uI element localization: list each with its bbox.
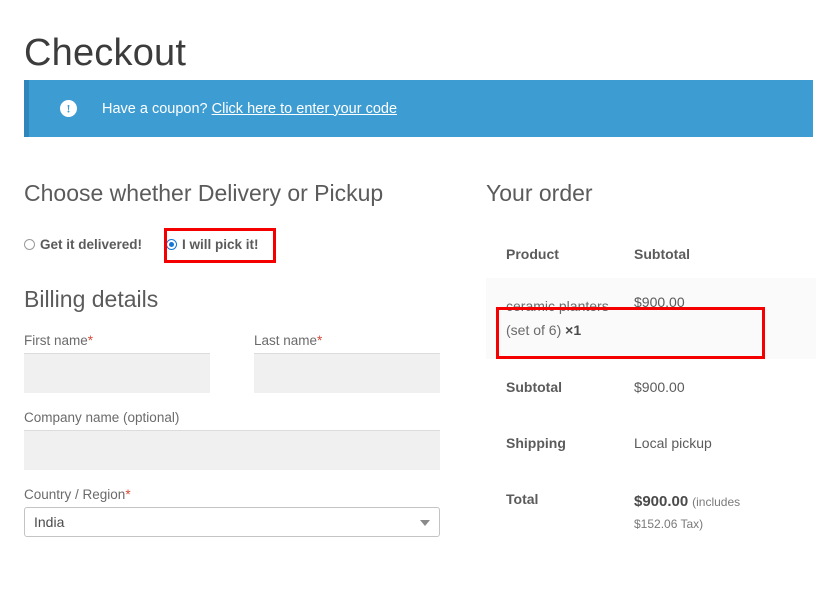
billing-column: Choose whether Delivery or Pickup Get it…: [24, 180, 464, 554]
company-name-label: Company name (optional): [24, 410, 180, 426]
country-region-label: Country / Region*: [24, 487, 131, 503]
billing-details-heading: Billing details: [24, 285, 159, 312]
country-select-wrapper: India: [24, 507, 440, 538]
radio-dot-delivery[interactable]: [24, 239, 35, 251]
order-subtotal-value: $900.00: [634, 378, 685, 395]
order-tax-note: $152.06 Tax): [634, 517, 704, 532]
order-total-value: $900.00 (includes $152.06 Tax): [634, 471, 816, 557]
order-subtotal-label: Subtotal: [506, 378, 562, 395]
country-select-value: India: [34, 514, 65, 531]
radio-option-delivery[interactable]: Get it delivered!: [24, 237, 142, 252]
first-name-label: First name*: [24, 333, 94, 349]
order-table-header: Product Subtotal: [486, 246, 816, 278]
order-shipping-value: Local pickup: [634, 434, 712, 451]
info-icon: !: [60, 100, 77, 117]
order-item-title: ceramic planters (set of 6): [506, 297, 609, 339]
company-name-field: Company name (optional): [24, 410, 440, 471]
radio-label-delivery: Get it delivered!: [40, 237, 143, 253]
order-item-subtotal: $900.00: [634, 293, 685, 310]
first-name-field: First name*: [24, 333, 210, 394]
radio-option-pickup[interactable]: I will pick it!: [166, 237, 259, 252]
order-review-column: Your order Product Subtotal ceramic plan…: [486, 180, 816, 556]
column-header-product: Product: [506, 245, 559, 262]
required-asterisk: *: [87, 333, 94, 349]
order-review-table: Product Subtotal ceramic planters (set o…: [486, 246, 816, 557]
your-order-heading: Your order: [486, 180, 593, 206]
chevron-down-icon[interactable]: [420, 520, 430, 527]
last-name-label: Last name*: [254, 333, 323, 349]
order-shipping-row: Shipping Local pickup: [486, 415, 816, 471]
column-header-subtotal: Subtotal: [634, 245, 690, 262]
checkout-page: Checkout ! Have a coupon? Click here to …: [0, 0, 827, 608]
coupon-question: Have a coupon?: [102, 100, 208, 117]
name-fields-row: First name* Last name*: [24, 333, 464, 410]
order-item-row: ceramic planters (set of 6) ×1 $900.00: [486, 277, 816, 359]
order-total-row: Total $900.00 (includes $152.06 Tax): [486, 471, 816, 557]
radio-dot-pickup[interactable]: [166, 239, 178, 251]
shipping-choice-group: Get it delivered! I will pick it!: [24, 227, 464, 263]
last-name-input[interactable]: [254, 353, 440, 394]
order-shipping-label: Shipping: [506, 434, 566, 451]
order-item-qty: ×1: [565, 322, 582, 339]
order-item-name: ceramic planters (set of 6) ×1: [486, 278, 634, 359]
order-subtotal-row: Subtotal $900.00: [486, 359, 816, 415]
last-name-field: Last name*: [254, 333, 440, 394]
shipping-choice-heading: Choose whether Delivery or Pickup: [24, 180, 384, 206]
first-name-input[interactable]: [24, 353, 210, 394]
required-asterisk: *: [125, 487, 131, 503]
order-total-amount: $900.00: [634, 492, 689, 510]
country-region-field: Country / Region* India: [24, 487, 440, 538]
page-title: Checkout: [24, 32, 187, 75]
order-total-label: Total: [506, 490, 539, 507]
required-asterisk: *: [317, 333, 323, 349]
coupon-code-link[interactable]: Click here to enter your code: [212, 101, 397, 117]
country-select[interactable]: India: [24, 507, 440, 538]
company-name-input[interactable]: [24, 430, 440, 471]
order-tax-prefix: (includes: [692, 494, 741, 509]
coupon-notice-banner: ! Have a coupon? Click here to enter you…: [24, 80, 813, 137]
radio-label-pickup: I will pick it!: [182, 237, 259, 253]
coupon-message: Have a coupon? Click here to enter your …: [102, 101, 397, 117]
